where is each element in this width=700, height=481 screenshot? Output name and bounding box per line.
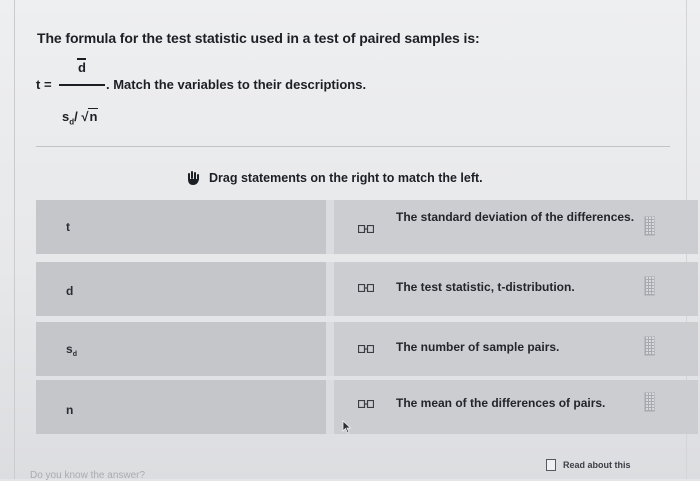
match-row-4: n The mean of the differences of pairs. [36, 380, 698, 434]
denominator-sep: / √ [74, 109, 89, 124]
drag-hint: Drag statements on the right to match th… [186, 170, 483, 186]
variable-sd: sd [66, 342, 77, 358]
draggable-statement-1[interactable]: The standard deviation of the difference… [334, 200, 698, 254]
bottom-partial-text: Do you know the answer? [30, 470, 146, 481]
drag-handle[interactable] [644, 336, 655, 356]
section-divider [36, 146, 670, 147]
variable-t: t [66, 220, 70, 234]
drop-target-n[interactable]: n [36, 380, 326, 434]
link-icon [358, 225, 374, 233]
formula-denominator: sd/ √n [62, 108, 99, 127]
statement-text: The mean of the differences of pairs. [396, 396, 606, 410]
drop-target-d[interactable]: d [36, 262, 326, 316]
drag-handle[interactable] [644, 216, 655, 236]
statement-text: The standard deviation of the difference… [396, 210, 635, 224]
draggable-statement-3[interactable]: The number of sample pairs. [334, 322, 698, 376]
link-icon [358, 400, 374, 408]
row-gap [326, 262, 334, 316]
drag-hint-text: Drag statements on the right to match th… [209, 171, 483, 185]
formula-instruction: . Match the variables to their descripti… [106, 77, 367, 92]
read-about-link[interactable]: Read about this [546, 459, 631, 471]
variable-n: n [66, 403, 74, 417]
mouse-cursor-icon [342, 420, 352, 434]
statement-text: The test statistic, t-distribution. [396, 280, 575, 294]
drop-target-t[interactable]: t [36, 200, 326, 254]
formula-numerator: d [78, 60, 86, 75]
drop-target-sd[interactable]: sd [36, 322, 326, 376]
formula-block: t = d . Match the variables to their des… [36, 58, 456, 128]
draggable-statement-2[interactable]: The test statistic, t-distribution. [334, 262, 698, 316]
link-icon [358, 345, 374, 353]
denominator-n: n [88, 108, 99, 124]
screen: The formula for the test statistic used … [0, 0, 700, 481]
statement-text: The number of sample pairs. [396, 340, 560, 354]
variable-d-bar: d [66, 284, 74, 298]
variable-s: s [66, 342, 73, 356]
variable-s-sub: d [72, 351, 77, 358]
row-gap [326, 322, 334, 376]
left-border [14, 0, 15, 479]
row-gap [326, 200, 334, 254]
drag-handle[interactable] [644, 392, 655, 412]
drag-handle[interactable] [644, 276, 655, 296]
hand-icon [188, 171, 199, 185]
fraction-line [59, 84, 105, 86]
match-row-3: sd The number of sample pairs. [36, 322, 698, 376]
book-icon [546, 459, 556, 471]
read-about-text: Read about this [563, 460, 631, 470]
link-icon [358, 284, 374, 292]
match-row-1: t The standard deviation of the differen… [36, 200, 698, 254]
question-text: The formula for the test statistic used … [37, 30, 480, 46]
match-row-2: d The test statistic, t-distribution. [36, 262, 698, 316]
row-gap [326, 380, 334, 434]
formula-t-equals: t = [36, 77, 52, 92]
draggable-statement-4[interactable]: The mean of the differences of pairs. [334, 380, 698, 434]
